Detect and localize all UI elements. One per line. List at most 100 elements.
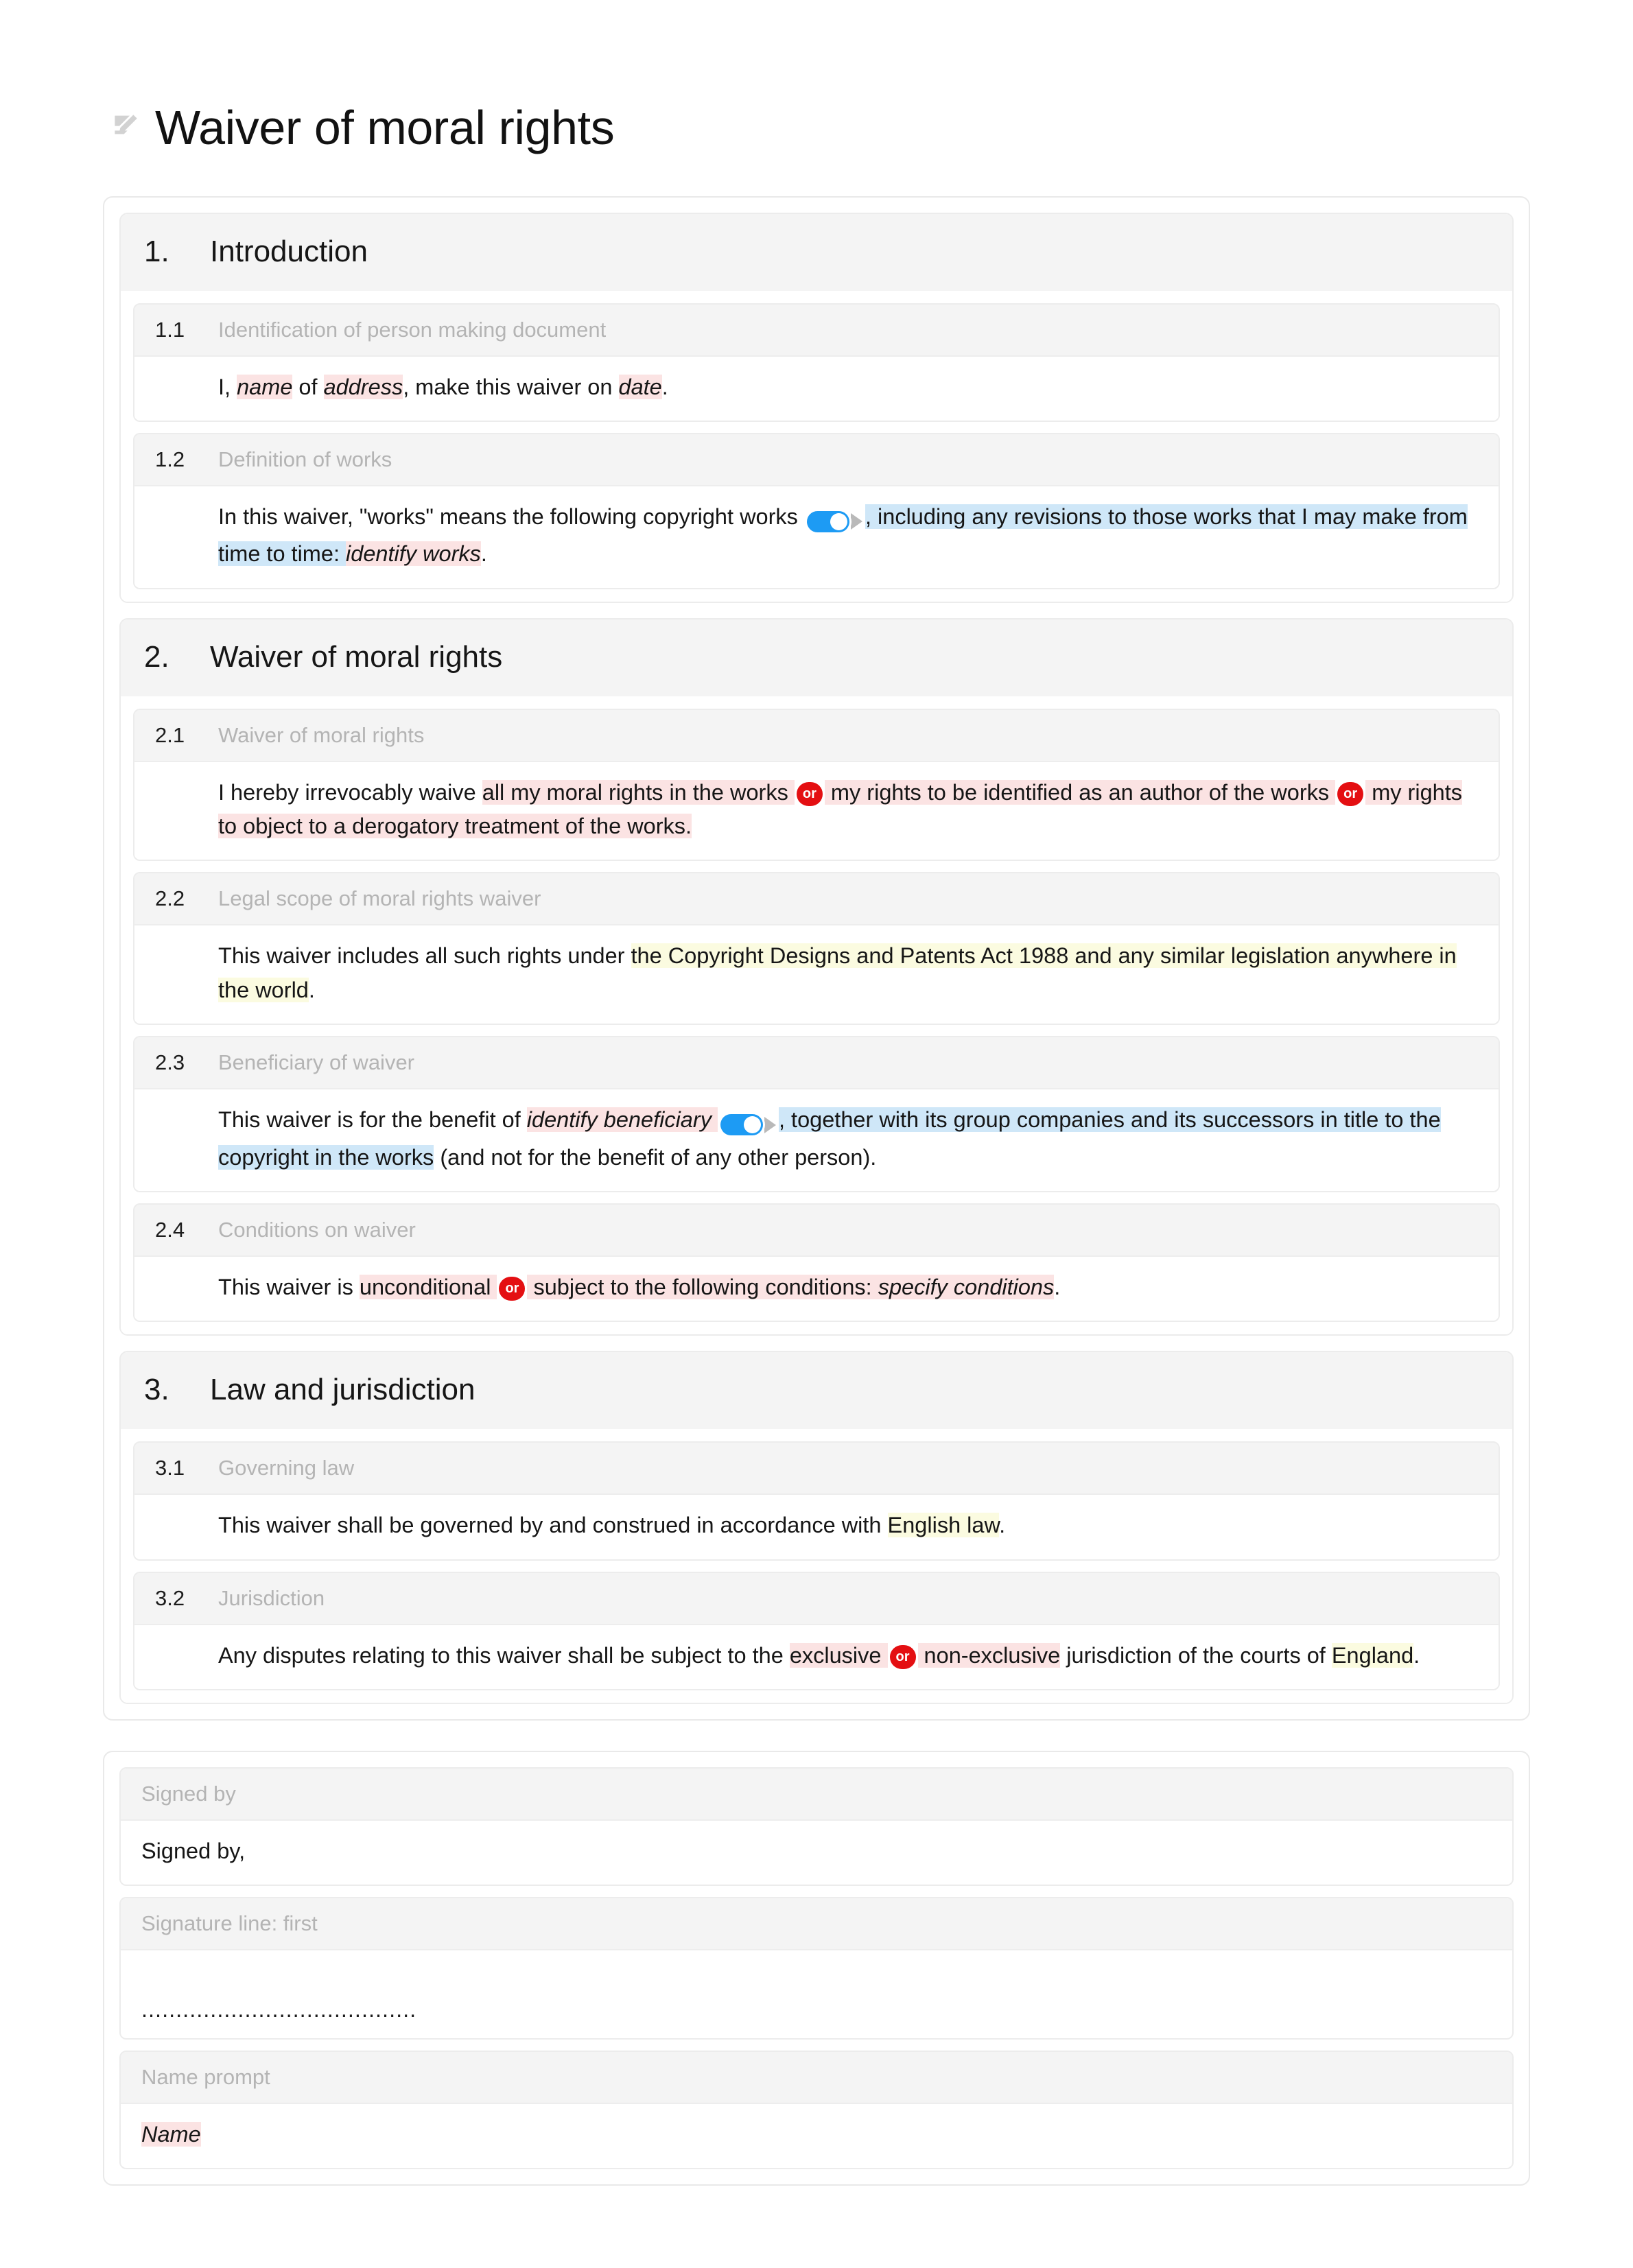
annotated-text[interactable]: English law xyxy=(887,1513,1000,1538)
signature-clause-label: Signature line: first xyxy=(141,1911,318,1935)
clause-text-segment: This waiver is xyxy=(218,1275,360,1300)
clause-text[interactable]: This waiver shall be governed by and con… xyxy=(155,1509,1478,1542)
clause-text-segment: Signed by, xyxy=(141,1839,246,1864)
clause: 3.2 Jurisdiction Any disputes relating to … xyxy=(133,1571,1500,1691)
document-title-row: Waiver of moral rights xyxy=(113,102,1530,154)
clause: 2.2 Legal scope of moral rights waiver Thi… xyxy=(133,872,1500,1026)
clause-header[interactable]: 1.1 Identification of person making docum… xyxy=(134,304,1499,357)
placeholder-field[interactable]: name xyxy=(237,374,293,399)
annotated-text[interactable]: England xyxy=(1331,1642,1414,1668)
placeholder-field[interactable]: specify conditions xyxy=(878,1275,1055,1300)
alternative-option[interactable]: exclusive xyxy=(789,1642,888,1668)
signature-clause-header[interactable]: Name prompt xyxy=(121,2052,1512,2105)
clause-number: 2.2 xyxy=(155,886,185,911)
placeholder-field[interactable]: address xyxy=(323,374,403,399)
document-page: Waiver of moral rights 1. Introduction 1.1… xyxy=(0,0,1633,2268)
clause: 2.4 Conditions on waiver This waiver is un… xyxy=(133,1203,1500,1323)
signature-clause-header[interactable]: Signature line: first xyxy=(121,1898,1512,1950)
clause-header[interactable]: 1.2 Definition of works xyxy=(134,434,1499,486)
clause-header[interactable]: 2.1 Waiver of moral rights xyxy=(134,709,1499,762)
placeholder-field[interactable]: identify beneficiary xyxy=(526,1107,718,1133)
signature-clause-body[interactable]: ........................................ xyxy=(121,1950,1512,2039)
section-header[interactable]: 3. Law and jurisdiction xyxy=(121,1352,1512,1430)
clause-text[interactable]: Any disputes relating to this waiver sha… xyxy=(155,1639,1478,1673)
clause-header[interactable]: 2.4 Conditions on waiver xyxy=(134,1205,1499,1257)
document-section: 3. Law and jurisdiction 3.1 Governing law Th… xyxy=(119,1351,1514,1705)
document-section: 2. Waiver of moral rights 2.1 Waiver of mor… xyxy=(119,617,1514,1336)
clause-text[interactable]: I, name of address, make this waiver on … xyxy=(155,370,1478,404)
clause-text[interactable]: This waiver is for the benefit of identi… xyxy=(155,1103,1478,1174)
document-section: 1. Introduction 1.1 Identification of perso… xyxy=(119,212,1514,603)
document-body: 1. Introduction 1.1 Identification of perso… xyxy=(103,196,1530,1721)
signature-clause: Name prompt Name xyxy=(119,2051,1514,2170)
clause-text[interactable]: I hereby irrevocably waive all my moral … xyxy=(155,776,1478,844)
signature-clause-label: Name prompt xyxy=(141,2065,270,2090)
section-number: 2. xyxy=(144,639,169,674)
clause-list: 2.1 Waiver of moral rights I hereby irrevo… xyxy=(121,696,1512,1335)
clause-text-segment: Any disputes relating to this waiver sha… xyxy=(218,1642,790,1668)
clause-body: I hereby irrevocably waive all my moral … xyxy=(134,761,1499,860)
signature-clause: Signed by Signed by, xyxy=(119,1767,1514,1886)
clause-text[interactable]: In this waiver, "works" means the follow… xyxy=(155,500,1478,571)
signature-clause-header[interactable]: Signed by xyxy=(121,1769,1512,1821)
clause: 2.3 Beneficiary of waiver This waiver is f… xyxy=(133,1036,1500,1193)
play-arrow-icon[interactable] xyxy=(764,1116,776,1133)
alternative-option[interactable]: all my moral rights in the works xyxy=(482,779,795,805)
alternative-option[interactable]: subject to the following conditions: xyxy=(527,1275,878,1300)
clause-label: Definition of works xyxy=(218,447,392,471)
clause-text-segment: . xyxy=(999,1513,1006,1538)
optional-clause-toggle[interactable] xyxy=(806,504,862,537)
section-header[interactable]: 1. Introduction xyxy=(121,213,1512,291)
or-badge[interactable]: or xyxy=(889,1644,916,1669)
clause-text-segment: This waiver shall be governed by and con… xyxy=(218,1513,888,1538)
play-arrow-icon[interactable] xyxy=(850,513,862,530)
placeholder-field[interactable]: date xyxy=(618,374,662,399)
clause-body: This waiver shall be governed by and con… xyxy=(134,1495,1499,1559)
clause-label: Conditions on waiver xyxy=(218,1218,416,1242)
clause-number: 1.1 xyxy=(155,317,185,342)
clause-text-segment: . xyxy=(1054,1275,1061,1300)
clause-text-segment: . xyxy=(1413,1642,1420,1668)
signature-dotted-line[interactable]: ........................................ xyxy=(141,1998,1492,2021)
clause-number: 3.1 xyxy=(155,1456,185,1480)
alternative-option[interactable]: non-exclusive xyxy=(917,1642,1061,1668)
clause-text-segment: (and not for the benefit of any other pe… xyxy=(434,1144,877,1170)
clause-label: Jurisdiction xyxy=(218,1585,325,1610)
clause-number: 2.4 xyxy=(155,1218,185,1242)
toggle-switch-on[interactable] xyxy=(720,1114,763,1136)
clause-header[interactable]: 2.3 Beneficiary of waiver xyxy=(134,1037,1499,1090)
clause: 1.1 Identification of person making docum… xyxy=(133,303,1500,422)
signature-clause-body[interactable]: Name xyxy=(121,2104,1512,2168)
signature-clause-body[interactable]: Signed by, xyxy=(121,1821,1512,1885)
clause-label: Legal scope of moral rights waiver xyxy=(218,886,541,911)
clause-label: Identification of person making document xyxy=(218,317,607,342)
signature-block: Signed by Signed by, Signature line: first… xyxy=(103,1751,1530,2186)
clause-text[interactable]: This waiver includes all such rights und… xyxy=(155,939,1478,1007)
toggle-switch-on[interactable] xyxy=(806,510,849,532)
clause-text-segment: . xyxy=(308,977,315,1002)
document-edit-icon xyxy=(115,115,137,134)
section-number: 1. xyxy=(144,234,169,268)
placeholder-field[interactable]: identify works xyxy=(346,541,481,567)
clause-header[interactable]: 3.2 Jurisdiction xyxy=(134,1572,1499,1625)
or-badge[interactable]: or xyxy=(796,781,823,806)
clause-list: 3.1 Governing law This waiver shall be gov… xyxy=(121,1429,1512,1703)
or-badge[interactable]: or xyxy=(499,1277,526,1301)
clause-text-segment: I hereby irrevocably waive xyxy=(218,779,482,805)
clause-number: 1.2 xyxy=(155,447,185,471)
alternative-option[interactable]: my rights to be identified as an author … xyxy=(824,779,1336,805)
clause-text-segment: . xyxy=(480,541,487,567)
section-header[interactable]: 2. Waiver of moral rights xyxy=(121,619,1512,696)
clause-header[interactable]: 2.2 Legal scope of moral rights waiver xyxy=(134,873,1499,926)
signature-clause: Signature line: first...................… xyxy=(119,1896,1514,2040)
clause-list: 1.1 Identification of person making docum… xyxy=(121,290,1512,602)
clause-header[interactable]: 3.1 Governing law xyxy=(134,1443,1499,1496)
clause-body: I, name of address, make this waiver on … xyxy=(134,356,1499,421)
placeholder-field[interactable]: Name xyxy=(141,2122,201,2147)
alternative-option[interactable]: unconditional xyxy=(359,1275,497,1300)
clause-text[interactable]: This waiver is unconditional or subject … xyxy=(155,1271,1478,1304)
section-title: Waiver of moral rights xyxy=(210,639,503,674)
optional-clause-toggle[interactable] xyxy=(720,1107,776,1140)
clause-text-segment: This waiver includes all such rights und… xyxy=(218,943,631,969)
or-badge[interactable]: or xyxy=(1337,781,1364,806)
